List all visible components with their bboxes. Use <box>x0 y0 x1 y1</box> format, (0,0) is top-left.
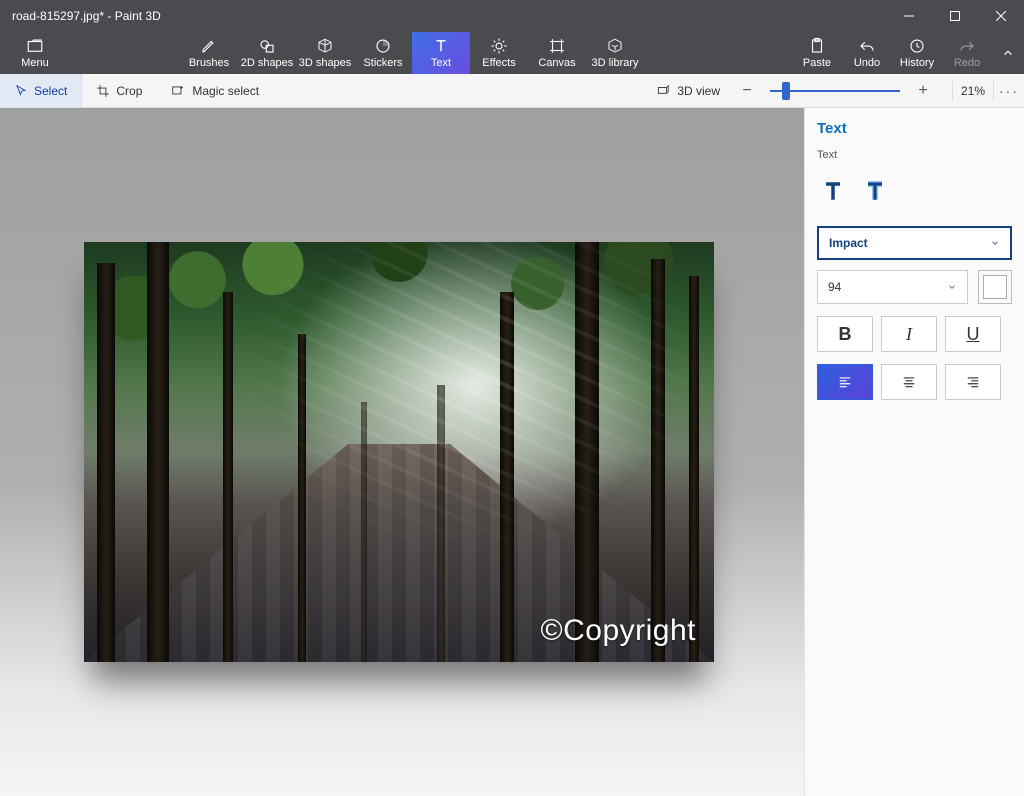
effects-icon <box>490 37 508 55</box>
zoom-slider-track[interactable] <box>770 90 900 92</box>
color-preview <box>983 275 1007 299</box>
paste-icon <box>808 37 826 55</box>
zoom-slider-thumb[interactable] <box>782 82 790 100</box>
zoom-value[interactable]: 21% <box>953 84 993 98</box>
align-right-icon <box>964 375 982 389</box>
history-button[interactable]: History <box>892 32 942 74</box>
tool-effects[interactable]: Effects <box>470 32 528 74</box>
tool-label: 2D shapes <box>241 57 294 69</box>
chevron-down-icon <box>990 238 1000 248</box>
3d-text-icon <box>861 177 889 205</box>
watermark-text[interactable]: ©Copyright <box>541 614 697 648</box>
ribbon: Menu Brushes 2D shapes 3D shapes Sticker… <box>0 32 1024 74</box>
crop-tool[interactable]: Crop <box>82 74 156 107</box>
tool-3d-shapes[interactable]: 3D shapes <box>296 32 354 74</box>
tool-label: History <box>900 57 934 69</box>
2d-text-button[interactable] <box>819 177 847 208</box>
font-size-dropdown[interactable]: 94 <box>817 270 968 304</box>
redo-button[interactable]: Redo <box>942 32 992 74</box>
bold-button[interactable]: B <box>817 316 873 352</box>
panel-title: Text <box>817 120 1012 137</box>
select-tool[interactable]: Select <box>0 74 82 107</box>
tool-canvas[interactable]: Canvas <box>528 32 586 74</box>
menu-button[interactable]: Menu <box>0 32 70 74</box>
tool-text[interactable]: Text <box>412 32 470 74</box>
maximize-button[interactable] <box>932 0 978 32</box>
minimize-button[interactable] <box>886 0 932 32</box>
redo-icon <box>958 37 976 55</box>
tool-label: Effects <box>482 57 515 69</box>
window-title: road-815297.jpg* - Paint 3D <box>12 9 161 23</box>
crop-label: Crop <box>116 84 142 98</box>
crop-icon <box>96 84 110 98</box>
tool-stickers[interactable]: Stickers <box>354 32 412 74</box>
2d-text-icon <box>819 177 847 205</box>
chevron-down-icon <box>947 282 957 292</box>
sub-toolbar: Select Crop Magic select 3D view − + 21%… <box>0 74 1024 108</box>
tool-label: Redo <box>954 57 980 69</box>
stickers-icon <box>374 37 392 55</box>
close-button[interactable] <box>978 0 1024 32</box>
font-dropdown[interactable]: Impact <box>817 226 1012 260</box>
3d-view-label: 3D view <box>677 84 720 98</box>
text-color-swatch[interactable] <box>978 270 1012 304</box>
zoom-control: − + <box>734 78 952 104</box>
tool-label: Text <box>431 57 451 69</box>
italic-button[interactable]: I <box>881 316 937 352</box>
tool-2d-shapes[interactable]: 2D shapes <box>238 32 296 74</box>
menu-label: Menu <box>21 57 49 69</box>
title-bar: road-815297.jpg* - Paint 3D <box>0 0 1024 32</box>
align-center-icon <box>900 375 918 389</box>
font-value: Impact <box>829 236 868 250</box>
collapse-ribbon-button[interactable] <box>992 32 1024 74</box>
tool-label: Canvas <box>538 57 575 69</box>
undo-button[interactable]: Undo <box>842 32 892 74</box>
align-center-button[interactable] <box>881 364 937 400</box>
magic-select-icon <box>170 84 186 98</box>
canvas-icon <box>548 37 566 55</box>
3d-shapes-icon <box>316 37 334 55</box>
3d-view-icon <box>655 84 671 98</box>
3d-view-toggle[interactable]: 3D view <box>641 74 734 107</box>
align-left-button[interactable] <box>817 364 873 400</box>
tool-label: 3D library <box>591 57 638 69</box>
zoom-in-button[interactable]: + <box>910 78 936 104</box>
3d-library-icon <box>606 37 624 55</box>
3d-text-button[interactable] <box>861 177 889 208</box>
select-label: Select <box>34 84 67 98</box>
canvas-area[interactable]: ©Copyright <box>0 108 804 796</box>
tool-label: Stickers <box>363 57 402 69</box>
magic-label: Magic select <box>192 84 259 98</box>
zoom-out-button[interactable]: − <box>734 78 760 104</box>
folder-icon <box>26 37 44 55</box>
text-panel: Text Text Impact 94 <box>804 108 1024 796</box>
tool-label: Undo <box>854 57 880 69</box>
font-size-value: 94 <box>828 280 841 294</box>
tool-label: Brushes <box>189 57 229 69</box>
panel-subtitle: Text <box>817 149 1012 161</box>
paste-button[interactable]: Paste <box>792 32 842 74</box>
chevron-up-icon <box>1001 46 1015 60</box>
canvas-image[interactable]: ©Copyright <box>84 242 714 662</box>
2d-shapes-icon <box>258 37 276 55</box>
underline-button[interactable]: U <box>945 316 1001 352</box>
tool-brushes[interactable]: Brushes <box>180 32 238 74</box>
tool-label: Paste <box>803 57 831 69</box>
align-left-icon <box>836 375 854 389</box>
brush-icon <box>200 37 218 55</box>
magic-select-tool[interactable]: Magic select <box>156 74 273 107</box>
cursor-icon <box>14 84 28 98</box>
more-options-button[interactable]: ··· <box>994 83 1024 99</box>
align-right-button[interactable] <box>945 364 1001 400</box>
undo-icon <box>858 37 876 55</box>
tool-3d-library[interactable]: 3D library <box>586 32 644 74</box>
history-icon <box>908 37 926 55</box>
text-icon <box>432 37 450 55</box>
tool-label: 3D shapes <box>299 57 352 69</box>
